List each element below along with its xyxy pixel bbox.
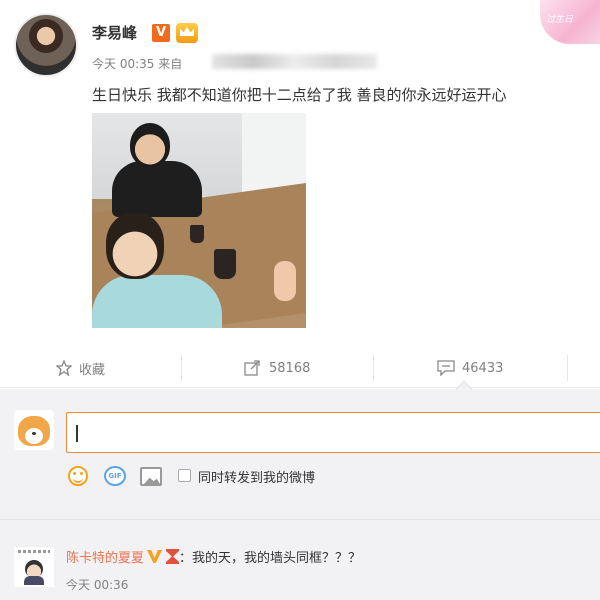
author-avatar[interactable]	[14, 13, 78, 77]
action-divider	[567, 355, 568, 381]
post-text: 生日快乐 我都不知道你把十二点给了我 善良的你永远好运开心	[92, 86, 507, 104]
sticker-text: 过生日	[546, 15, 574, 25]
action-bar: 收藏 58168 46433	[0, 349, 600, 387]
action-bar-divider	[0, 387, 600, 388]
post-time[interactable]: 今天 00:35 来自	[92, 55, 182, 72]
comment-divider	[0, 519, 600, 520]
photo-person-back	[112, 123, 202, 217]
forward-icon	[244, 360, 260, 376]
post-photo[interactable]	[92, 113, 306, 328]
comment-text: ：我的天，我的墙头同框？？？	[179, 551, 362, 566]
comment-icon	[437, 360, 455, 376]
repost-label[interactable]: 同时转发到我的微博	[198, 467, 315, 486]
author-name[interactable]: 李易峰	[92, 22, 137, 43]
photo-hand	[274, 261, 296, 301]
star-icon	[56, 360, 72, 376]
forward-count: 58168	[269, 360, 311, 376]
comment-time: 今天 00:36	[66, 578, 129, 592]
repost-checkbox[interactable]	[178, 469, 191, 482]
birthday-sticker: 过生日	[540, 0, 600, 44]
comment-username[interactable]: 陈卡特的夏夏	[66, 551, 144, 566]
verified-badge-icon: V	[152, 24, 170, 42]
commenter-avatar[interactable]	[14, 547, 54, 587]
image-icon[interactable]	[140, 467, 162, 486]
comment-button[interactable]: 46433	[437, 349, 503, 387]
vip-icon	[147, 550, 163, 563]
comment-item: 陈卡特的夏夏 ：我的天，我的墙头同框？？？	[66, 547, 361, 566]
comment-input[interactable]	[66, 412, 600, 453]
forward-button[interactable]: 58168	[244, 349, 310, 387]
photo-person-front	[92, 213, 222, 328]
current-user-avatar	[14, 410, 54, 450]
text-caret	[76, 425, 78, 442]
favorite-button[interactable]: 收藏	[56, 349, 105, 387]
gif-icon[interactable]: GIF	[104, 466, 126, 486]
favorite-label: 收藏	[79, 362, 106, 378]
comment-count: 46433	[462, 360, 504, 376]
post-source-blurred	[212, 54, 377, 69]
crown-icon	[176, 23, 198, 43]
action-divider	[373, 355, 374, 381]
action-divider	[181, 355, 182, 381]
emoji-icon[interactable]	[68, 466, 88, 486]
hourglass-icon	[166, 549, 180, 564]
